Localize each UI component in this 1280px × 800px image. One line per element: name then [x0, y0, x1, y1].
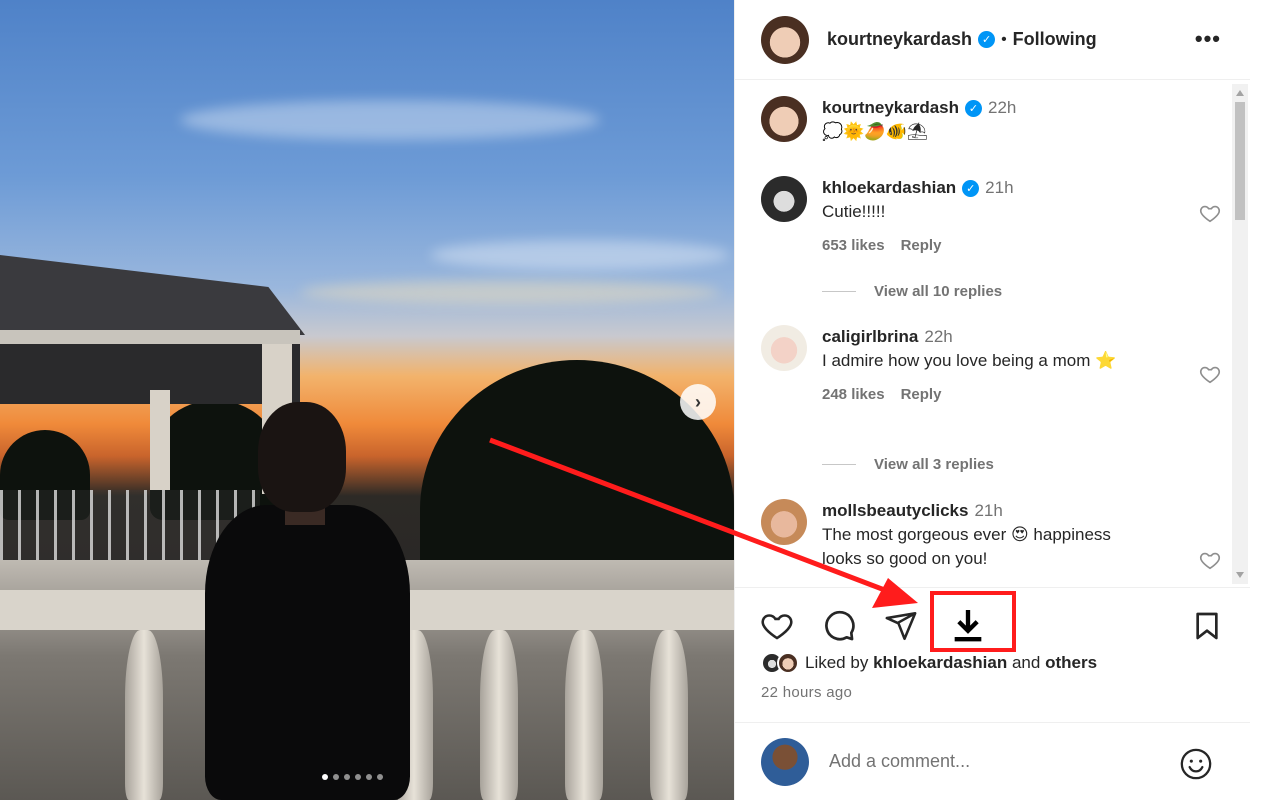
liked-by: Liked by khloekardashian and others: [761, 652, 1097, 674]
carousel-dot: [333, 774, 339, 780]
post-photo[interactable]: ›: [0, 0, 734, 800]
comment-text: The most gorgeous ever 😍 happiness looks…: [822, 525, 1111, 568]
comment-time: 21h: [974, 501, 1003, 520]
heart-icon[interactable]: [1199, 363, 1221, 385]
comment-username[interactable]: khloekardashian: [822, 178, 956, 197]
heart-icon: [761, 614, 793, 640]
person-head: [258, 402, 346, 512]
caption-time: 22h: [988, 98, 1017, 117]
list-item: mollsbeautyclicks 21h The most gorgeous e…: [761, 499, 1221, 571]
download-icon: [954, 610, 982, 642]
sky-cloud: [300, 280, 720, 304]
heart-icon[interactable]: [1199, 549, 1221, 571]
house-roof: [0, 255, 305, 335]
carousel-dot: [366, 774, 372, 780]
scrollbar[interactable]: [1232, 84, 1248, 584]
download-button[interactable]: [945, 604, 991, 646]
baluster: [650, 630, 688, 800]
caption-username[interactable]: kourtneykardash: [822, 98, 959, 117]
avatar[interactable]: [761, 176, 807, 222]
carousel-dot: [322, 774, 328, 780]
verified-badge-icon: ✓: [965, 100, 982, 118]
caption-text: 💭🌞🥭🐠⛱: [822, 122, 929, 141]
view-replies-button[interactable]: View all 3 replies: [822, 456, 994, 473]
scroll-up-icon[interactable]: [1236, 90, 1244, 96]
liked-prefix: Liked by: [805, 653, 869, 672]
save-button[interactable]: [1189, 608, 1225, 644]
baluster: [480, 630, 518, 800]
comment-likes[interactable]: 653 likes: [822, 237, 885, 254]
post-header: kourtneykardash ✓ • Following •••: [735, 0, 1251, 80]
comment-text: Cutie!!!!!: [822, 202, 886, 221]
like-button[interactable]: [759, 608, 795, 644]
view-replies-button[interactable]: View all 10 replies: [822, 283, 1002, 300]
comment-username[interactable]: caligirlbrina: [822, 327, 918, 346]
avatar: [777, 652, 799, 674]
carousel-next-button[interactable]: ›: [680, 384, 716, 420]
liked-user[interactable]: khloekardashian: [873, 653, 1007, 673]
window-edge: [1250, 0, 1280, 800]
comment-icon: [825, 610, 855, 641]
house-beam: [0, 330, 300, 344]
baluster: [565, 630, 603, 800]
pillar: [150, 390, 170, 490]
sky-cloud: [180, 100, 600, 140]
post-username[interactable]: kourtneykardash: [827, 29, 972, 50]
more-options-icon[interactable]: •••: [1195, 26, 1221, 52]
avatar[interactable]: [761, 499, 807, 545]
avatar[interactable]: [761, 96, 807, 142]
avatar[interactable]: [761, 15, 809, 64]
verified-badge-icon: ✓: [962, 180, 980, 198]
liked-connector: and: [1011, 653, 1041, 672]
baluster: [125, 630, 163, 800]
caption: kourtneykardash ✓ 22h 💭🌞🥭🐠⛱: [761, 96, 1211, 144]
comment-time: 21h: [985, 178, 1014, 197]
comment-button[interactable]: [821, 608, 857, 644]
following-button[interactable]: Following: [1013, 29, 1097, 50]
comment-text: I admire how you love being a mom ⭐: [822, 351, 1117, 370]
scroll-down-icon[interactable]: [1236, 572, 1244, 578]
carousel-dot: [377, 774, 383, 780]
bookmark-icon: [1196, 612, 1218, 640]
comment-likes[interactable]: 248 likes: [822, 386, 885, 403]
paper-plane-icon: [885, 611, 917, 641]
comment-input[interactable]: [829, 751, 1159, 772]
list-item: khloekardashian ✓ 21h Cutie!!!!! 653 likes…: [761, 176, 1221, 258]
avatar: [761, 737, 809, 786]
emoji-icon[interactable]: [1179, 747, 1213, 781]
list-item: caligirlbrina 22h I admire how you love b…: [761, 325, 1221, 407]
person-silhouette: [205, 505, 410, 800]
comment-username[interactable]: mollsbeautyclicks: [822, 501, 968, 520]
chevron-right-icon: ›: [695, 391, 701, 412]
share-button[interactable]: [883, 608, 919, 644]
comment-time: 22h: [924, 327, 953, 346]
verified-badge-icon: ✓: [978, 31, 996, 48]
post-panel: kourtneykardash ✓ • Following ••• kourtn…: [734, 0, 1251, 800]
comments-list[interactable]: kourtneykardash ✓ 22h 💭🌞🥭🐠⛱ khloekardashia…: [735, 81, 1251, 586]
carousel-dot: [355, 774, 361, 780]
post-timestamp[interactable]: 22 hours ago: [761, 684, 852, 701]
liked-others[interactable]: others: [1045, 653, 1097, 673]
add-comment-bar: [735, 722, 1251, 800]
reply-button[interactable]: Reply: [901, 386, 942, 403]
separator-dot: •: [1001, 30, 1007, 48]
carousel-dots: [322, 774, 383, 780]
sky-cloud: [430, 240, 730, 270]
action-bar: [735, 587, 1251, 662]
reply-button[interactable]: Reply: [901, 237, 942, 254]
carousel-dot: [344, 774, 350, 780]
heart-icon[interactable]: [1199, 202, 1221, 224]
scroll-thumb[interactable]: [1235, 102, 1245, 220]
avatar[interactable]: [761, 325, 807, 371]
